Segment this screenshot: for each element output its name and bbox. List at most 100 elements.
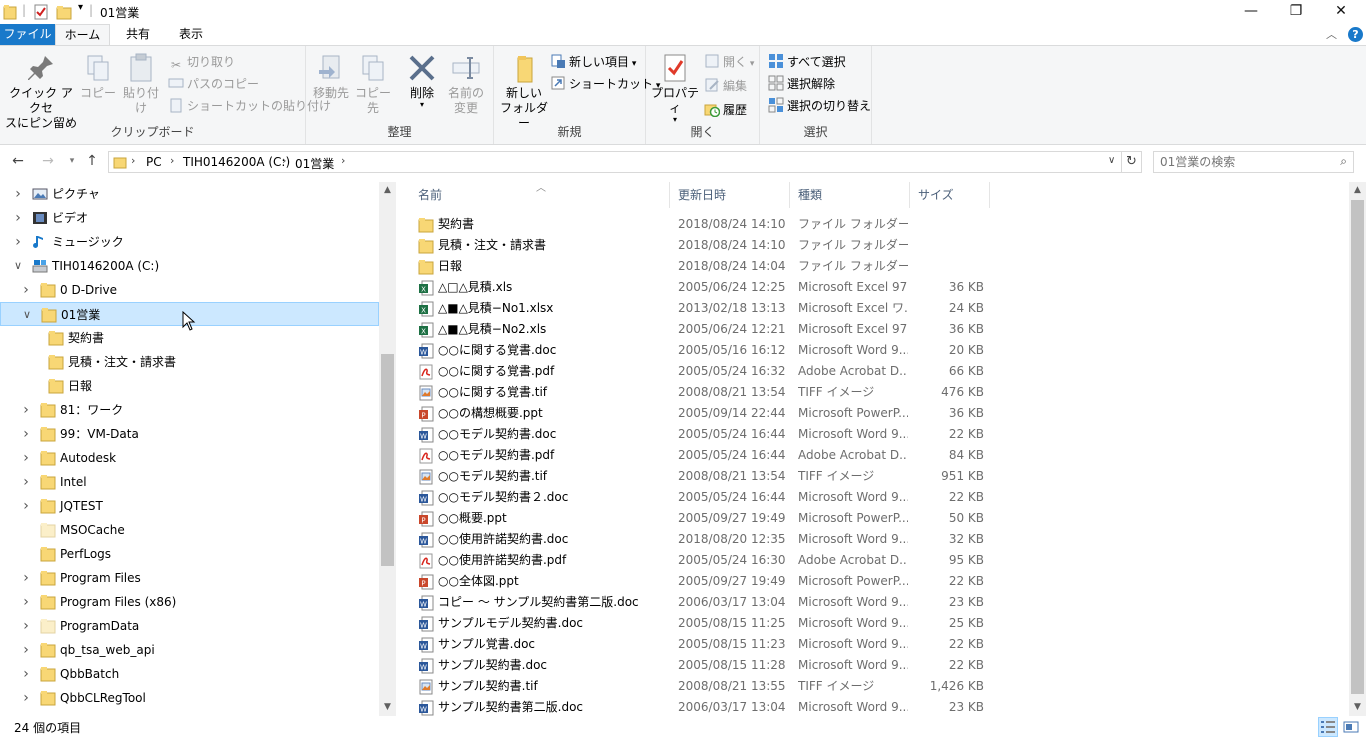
search-icon[interactable]: ⌕ (1340, 154, 1347, 169)
invert-selection-button[interactable]: 選択の切り替え (768, 96, 871, 116)
new-folder-qa-icon[interactable] (56, 4, 72, 20)
search-input[interactable] (1160, 152, 1330, 172)
paste-button[interactable]: 貼り付け (118, 52, 164, 116)
tree-item[interactable]: › Program Files (x86) (0, 590, 379, 614)
large-icons-view-button[interactable] (1341, 717, 1361, 737)
cut-button[interactable]: ✂ 切り取り (168, 52, 235, 72)
qa-customize-icon[interactable]: ▾ (78, 2, 83, 18)
forward-arrow-icon[interactable]: → (38, 152, 58, 172)
scroll-down-icon[interactable]: ▼ (1349, 699, 1366, 716)
up-arrow-icon[interactable]: ↑ (82, 152, 102, 172)
new-item-button[interactable]: 新しい項目 ▾ (550, 52, 636, 72)
pin-quick-access-button[interactable]: クイック アクセ スにピン留め (4, 52, 78, 131)
file-row[interactable]: W サンプルモデル契約書.doc 2005/08/15 11:25 Microsoft… (414, 613, 994, 634)
move-to-button[interactable]: 移動先 (312, 52, 350, 101)
chevron-right-icon[interactable]: › (20, 686, 32, 710)
tree-item[interactable]: › Intel (0, 470, 379, 494)
file-row[interactable]: ○○に関する覚書.tif 2008/08/21 13:54 TIFF イメージ 476… (414, 382, 994, 403)
crumb-separator[interactable]: › (170, 154, 174, 167)
tree-item[interactable]: › ミュージック (0, 230, 379, 254)
file-row[interactable]: W サンプル覚書.doc 2005/08/15 11:23 Microsoft Wor… (414, 634, 994, 655)
tree-item[interactable]: › JQTEST (0, 494, 379, 518)
column-header-size[interactable]: サイズ (912, 182, 990, 208)
file-row[interactable]: W ○○使用許諾契約書.doc 2018/08/20 12:35 Microsoft … (414, 529, 994, 550)
tree-item[interactable]: › ProgramData (0, 614, 379, 638)
tree-item[interactable]: 日報 (0, 374, 379, 398)
file-scroll-thumb[interactable] (1351, 200, 1364, 694)
crumb-separator[interactable]: › (341, 154, 345, 167)
new-folder-button[interactable]: 新しい フォルダー (498, 52, 550, 131)
maximize-button[interactable]: ❐ (1273, 0, 1319, 24)
tree-item[interactable]: › 81：ワーク (0, 398, 379, 422)
edit-button[interactable]: 編集 (704, 76, 747, 96)
chevron-right-icon[interactable]: › (20, 470, 32, 494)
chevron-right-icon[interactable]: › (20, 446, 32, 470)
tree-item[interactable]: › ピクチャ (0, 182, 379, 206)
tab-file[interactable]: ファイル (0, 24, 55, 45)
chevron-right-icon[interactable]: › (20, 566, 32, 590)
chevron-right-icon[interactable]: › (12, 182, 24, 206)
copy-to-button[interactable]: コピー先 (352, 52, 394, 116)
crumb-separator[interactable]: › (282, 154, 286, 167)
crumb-drive[interactable]: TIH0146200A (C:) (183, 155, 290, 169)
file-row[interactable]: W コピー 〜 サンプル契約書第二版.doc 2006/03/17 13:04 Mic… (414, 592, 994, 613)
properties-button[interactable]: プロパティ ▾ (650, 52, 700, 124)
tree-item[interactable]: › qb_tsa_web_api (0, 638, 379, 662)
nav-scrollbar[interactable]: ▲ ▼ (379, 182, 396, 716)
crumb-separator[interactable]: › (131, 154, 135, 167)
chevron-right-icon[interactable]: › (20, 398, 32, 422)
chevron-right-icon[interactable]: › (12, 206, 24, 230)
file-row[interactable]: ○○モデル契約書.pdf 2005/05/24 16:44 Adobe Acroba… (414, 445, 994, 466)
nav-scroll-thumb[interactable] (381, 354, 394, 566)
column-header-date[interactable]: 更新日時 (672, 182, 790, 208)
scroll-down-icon[interactable]: ▼ (379, 699, 396, 716)
collapse-ribbon-icon[interactable]: ︿ (1326, 26, 1337, 42)
column-header-name[interactable]: 名前 (412, 182, 670, 208)
tree-item[interactable]: 見積・注文・請求書 (0, 350, 379, 374)
tree-item[interactable]: › Autodesk (0, 446, 379, 470)
chevron-right-icon[interactable]: › (20, 662, 32, 686)
close-button[interactable]: ✕ (1318, 0, 1364, 24)
chevron-right-icon[interactable]: › (20, 614, 32, 638)
recent-locations-chevron-icon[interactable]: ▾ (62, 152, 82, 172)
file-row[interactable]: W サンプル契約書.doc 2005/08/15 11:28 Microsoft Wo… (414, 655, 994, 676)
chevron-right-icon[interactable]: › (12, 230, 24, 254)
tree-item[interactable]: › QbbCLRegTool (0, 686, 379, 710)
file-row[interactable]: ○○モデル契約書.tif 2008/08/21 13:54 TIFF イメージ 951… (414, 466, 994, 487)
chevron-right-icon[interactable]: › (20, 638, 32, 662)
chevron-down-icon[interactable]: ∨ (12, 254, 24, 278)
tree-item[interactable]: › ビデオ (0, 206, 379, 230)
tree-item[interactable]: › Program Files (0, 566, 379, 590)
file-row[interactable]: X △■△見積−No1.xlsx 2013/02/18 13:13 Microsoft… (414, 298, 994, 319)
select-all-button[interactable]: すべて選択 (768, 52, 846, 72)
tree-item[interactable]: › 99：VM-Data (0, 422, 379, 446)
easy-access-button[interactable]: ショートカット ▾ (550, 74, 660, 94)
file-row[interactable]: X △■△見積−No2.xls 2005/06/24 12:21 Microsoft … (414, 319, 994, 340)
select-none-button[interactable]: 選択解除 (768, 74, 835, 94)
crumb-pc[interactable]: PC (146, 155, 162, 169)
search-box[interactable]: ⌕ (1153, 151, 1354, 173)
tab-view[interactable]: 表示 (166, 24, 216, 45)
scroll-up-icon[interactable]: ▲ (379, 182, 396, 199)
file-row[interactable]: 見積・注文・請求書 2018/08/24 14:10 ファイル フォルダー (414, 235, 994, 256)
tab-share[interactable]: 共有 (112, 24, 164, 45)
tab-home[interactable]: ホーム (55, 24, 110, 46)
help-icon[interactable]: ? (1348, 27, 1363, 42)
tree-item[interactable]: ∨ TIH0146200A (C:) (0, 254, 379, 278)
chevron-right-icon[interactable]: › (20, 590, 32, 614)
history-button[interactable]: 履歴 (704, 100, 747, 120)
delete-dropdown-icon[interactable]: ▾ (404, 101, 440, 109)
chevron-right-icon[interactable]: › (20, 278, 32, 302)
column-header-type[interactable]: 種類 (792, 182, 910, 208)
open-button[interactable]: 開く ▾ (704, 52, 754, 72)
file-row[interactable]: ○○に関する覚書.pdf 2005/05/24 16:32 Adobe Acroba… (414, 361, 994, 382)
file-row[interactable]: P ○○概要.ppt 2005/09/27 19:49 Microsoft Power… (414, 508, 994, 529)
chevron-right-icon[interactable]: › (20, 494, 32, 518)
chevron-down-icon[interactable]: ∨ (21, 303, 33, 327)
delete-button[interactable]: 削除 ▾ (404, 52, 440, 109)
file-row[interactable]: W ○○モデル契約書.doc 2005/05/24 16:44 Microsoft W… (414, 424, 994, 445)
copy-path-button[interactable]: パスのコピー (168, 74, 259, 94)
file-row[interactable]: ○○使用許諾契約書.pdf 2005/05/24 16:30 Adobe Acrob… (414, 550, 994, 571)
back-arrow-icon[interactable]: ← (8, 152, 28, 172)
copy-button[interactable]: コピー (80, 52, 116, 101)
